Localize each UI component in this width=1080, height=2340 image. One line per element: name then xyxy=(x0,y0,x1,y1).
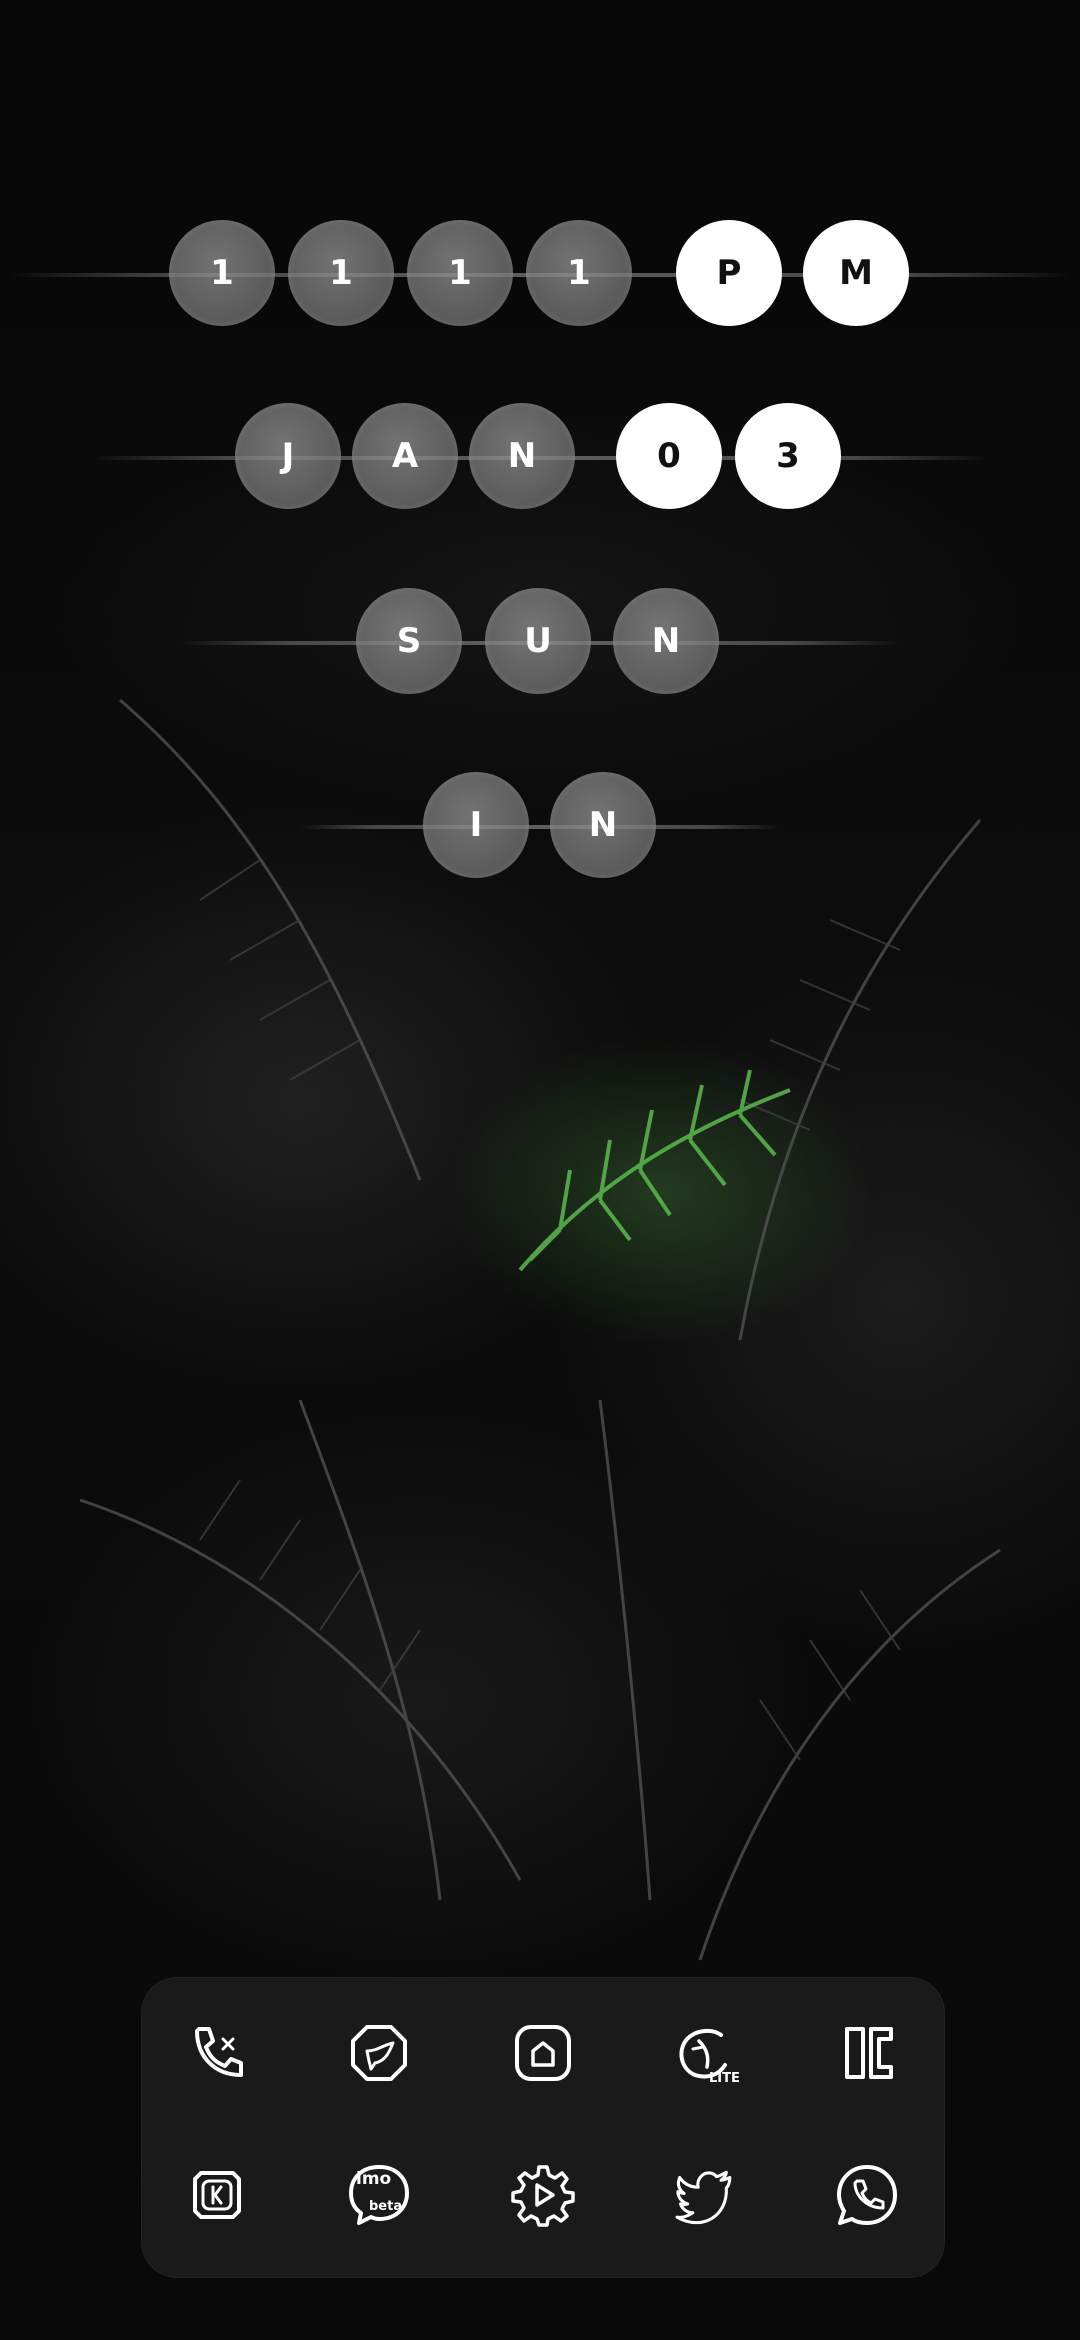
weekday-bead-row: S U N xyxy=(0,588,1080,698)
weekday-bead: U xyxy=(485,588,591,694)
lite-app-glyph xyxy=(679,2028,727,2079)
time-bead: 1 xyxy=(526,220,632,326)
settings-gear-icon[interactable] xyxy=(503,2155,583,2235)
date-bead-row: J A N 0 3 xyxy=(0,403,1080,513)
lite-app-icon[interactable]: LITE xyxy=(665,2013,745,2093)
phone-dialer-icon[interactable] xyxy=(177,2013,257,2093)
time-bead: 1 xyxy=(407,220,513,326)
time-bead-row: 1 1 1 1 P M xyxy=(0,220,1080,330)
whatsapp-glyph xyxy=(837,2165,897,2225)
weekday-bead: S xyxy=(356,588,462,694)
location-bead: N xyxy=(550,772,656,878)
month-bead: N xyxy=(469,403,575,509)
home-app-icon[interactable] xyxy=(503,2013,583,2093)
twitter-bird-glyph xyxy=(675,2170,732,2225)
kc-app-icon[interactable] xyxy=(827,2013,907,2093)
time-bead: 1 xyxy=(169,220,275,326)
day-number-bead: 0 xyxy=(616,403,722,509)
whatsapp-icon[interactable] xyxy=(827,2155,907,2235)
ampm-bead: M xyxy=(803,220,909,326)
location-rail xyxy=(300,825,780,829)
month-bead: A xyxy=(352,403,458,509)
kinemaster-icon[interactable] xyxy=(177,2155,257,2235)
twitter-bird-icon[interactable] xyxy=(665,2155,745,2235)
ampm-bead: P xyxy=(676,220,782,326)
month-bead: J xyxy=(235,403,341,509)
weekday-bead: N xyxy=(613,588,719,694)
kinemaster-glyph xyxy=(193,2171,241,2219)
day-number-bead: 3 xyxy=(735,403,841,509)
location-bead-row: I N xyxy=(0,772,1080,882)
settings-gear-glyph xyxy=(511,2165,575,2227)
phone-dialer-glyph xyxy=(195,2027,243,2077)
bird-messenger-icon[interactable] xyxy=(339,2013,419,2093)
imo-bubble-glyph xyxy=(349,2165,409,2225)
time-bead: 1 xyxy=(288,220,394,326)
bird-messenger-glyph xyxy=(351,2025,407,2081)
home-app-glyph xyxy=(515,2025,571,2081)
kc-app-glyph xyxy=(845,2027,893,2079)
app-dock: LITE imo beta xyxy=(141,1977,945,2278)
imo-beta-icon[interactable]: imo beta xyxy=(339,2155,419,2235)
location-bead: I xyxy=(423,772,529,878)
